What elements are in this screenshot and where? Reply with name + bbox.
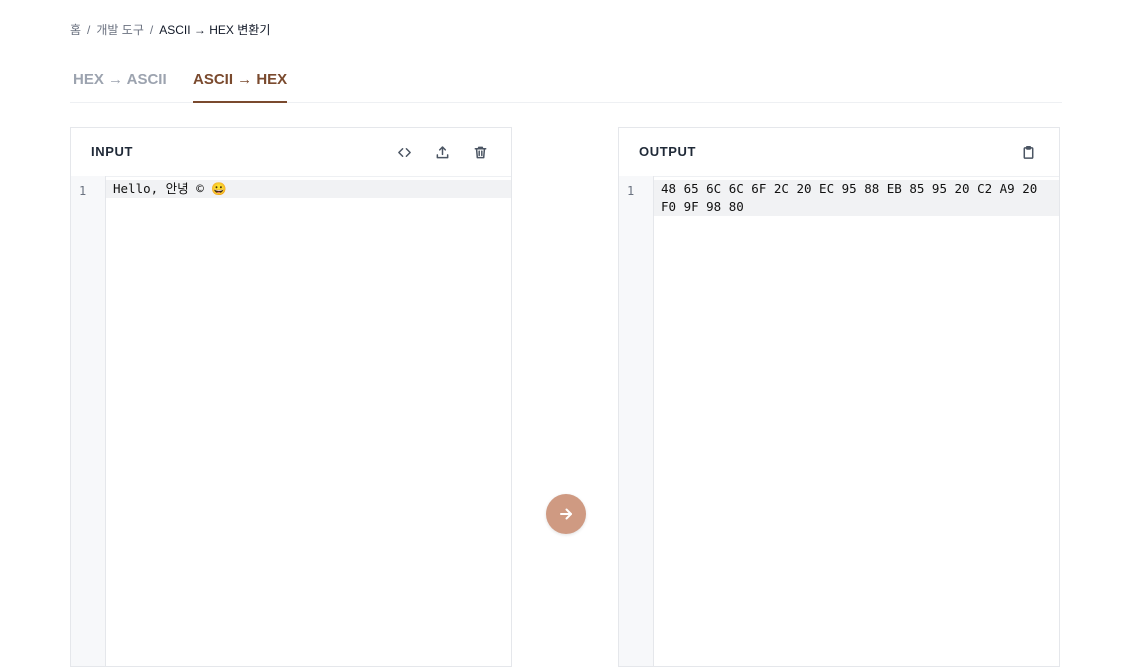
line-number: 1 — [627, 184, 635, 198]
breadcrumb: 홈 / 개발 도구 / ASCII → HEX 변환기 — [70, 21, 270, 39]
input-panel: INPUT 1 Hello, 안녕 © 😀 — [70, 127, 512, 667]
output-text-line[interactable]: 48 65 6C 6C 6F 2C 20 EC 95 88 EB 85 95 2… — [654, 180, 1059, 216]
convert-button[interactable] — [546, 494, 586, 534]
output-panel: OUTPUT 1 48 65 6C 6C 6F 2C 20 EC 95 88 E… — [618, 127, 1060, 667]
output-panel-header: OUTPUT — [619, 128, 1059, 177]
input-editor[interactable]: 1 Hello, 안녕 © 😀 — [71, 176, 511, 666]
code-icon — [397, 147, 411, 157]
arrow-right-icon — [560, 508, 572, 520]
breadcrumb-separator: / — [87, 23, 91, 37]
format-code-button[interactable] — [394, 142, 414, 162]
output-panel-title: OUTPUT — [639, 144, 697, 159]
clipboard-icon — [1023, 145, 1033, 159]
upload-file-button[interactable] — [432, 142, 452, 162]
output-editor[interactable]: 1 48 65 6C 6C 6F 2C 20 EC 95 88 EB 85 95… — [619, 176, 1059, 666]
breadcrumb-home-link[interactable]: 홈 — [70, 21, 81, 39]
output-gutter: 1 — [619, 176, 654, 666]
breadcrumb-current: ASCII → HEX 변환기 — [159, 23, 271, 37]
upload-icon — [436, 145, 448, 158]
clear-input-button[interactable] — [470, 142, 490, 162]
tab-hex-to-ascii[interactable]: HEX → ASCII — [73, 71, 167, 102]
copy-output-button[interactable] — [1018, 142, 1038, 162]
input-text-line[interactable]: Hello, 안녕 © 😀 — [106, 180, 511, 198]
line-number: 1 — [79, 184, 87, 198]
input-panel-header: INPUT — [71, 128, 511, 177]
breadcrumb-separator: / — [149, 23, 154, 37]
tab-ascii-to-hex[interactable]: ASCII → HEX — [193, 71, 288, 103]
trash-icon — [474, 146, 486, 158]
input-panel-title: INPUT — [91, 144, 133, 159]
input-gutter: 1 — [71, 176, 106, 666]
tab-bar: HEX → ASCII ASCII → HEX — [70, 60, 1062, 103]
breadcrumb-dev-tools-link[interactable]: 개발 도구 — [96, 21, 144, 39]
